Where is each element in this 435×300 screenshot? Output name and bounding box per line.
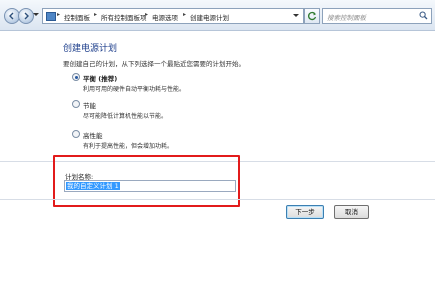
search-icon xyxy=(419,11,428,20)
forward-button[interactable] xyxy=(18,8,34,24)
chevron-down-icon[interactable] xyxy=(293,14,299,17)
search-input[interactable]: 搜索控制面板 xyxy=(322,8,432,24)
plan-name-field[interactable]: 我的自定义计划 1 xyxy=(64,180,236,192)
plan-name-value[interactable]: 我的自定义计划 1 xyxy=(66,182,120,190)
chevron-right-icon[interactable]: ▸ xyxy=(57,11,60,18)
page-title: 创建电源计划 xyxy=(63,44,118,54)
chevron-right-icon[interactable]: ▸ xyxy=(183,11,186,18)
refresh-button[interactable] xyxy=(304,8,320,24)
arrow-right-icon xyxy=(24,12,29,20)
option-label[interactable]: 平衡 (推荐) xyxy=(83,73,117,83)
refresh-icon xyxy=(308,11,317,21)
page-subtitle: 要创建自己的计划，从下列选择一个最贴近您需要的计划开始。 xyxy=(63,60,245,68)
search-placeholder: 搜索控制面板 xyxy=(327,14,366,22)
chevron-right-icon[interactable]: ▸ xyxy=(145,11,148,18)
breadcrumb[interactable]: ▸ 控制面板 ▸ 所有控制面板项 ▸ 电源选项 ▸ 创建电源计划 xyxy=(42,8,304,24)
option-description: 尽可能降低计算机性能以节能。 xyxy=(83,113,168,120)
option-description: 利用可用的硬件自动平衡功耗与性能。 xyxy=(83,86,186,93)
option-description: 有利于提高性能，但会增加功耗。 xyxy=(83,143,174,150)
option-label[interactable]: 节能 xyxy=(83,100,96,110)
cancel-button[interactable]: 取消 xyxy=(334,205,369,219)
next-button[interactable]: 下一步 xyxy=(286,205,324,219)
radio-power-saver[interactable] xyxy=(72,100,80,108)
arrow-left-icon xyxy=(9,12,14,20)
radio-balanced[interactable] xyxy=(72,73,80,81)
chevron-right-icon[interactable]: ▸ xyxy=(94,11,97,18)
breadcrumb-control-panel[interactable]: 控制面板 xyxy=(64,12,90,22)
address-bar: ▸ 控制面板 ▸ 所有控制面板项 ▸ 电源选项 ▸ 创建电源计划 搜索控制面板 xyxy=(0,0,435,31)
option-label[interactable]: 高性能 xyxy=(83,130,103,140)
breadcrumb-create-plan[interactable]: 创建电源计划 xyxy=(190,12,229,22)
breadcrumb-all-items[interactable]: 所有控制面板项 xyxy=(101,12,147,22)
control-panel-icon xyxy=(46,12,56,21)
breadcrumb-power-options[interactable]: 电源选项 xyxy=(152,12,178,22)
recent-pages-dropdown-icon[interactable] xyxy=(33,13,39,16)
footer-divider xyxy=(0,199,435,200)
radio-high-performance[interactable] xyxy=(72,130,80,138)
